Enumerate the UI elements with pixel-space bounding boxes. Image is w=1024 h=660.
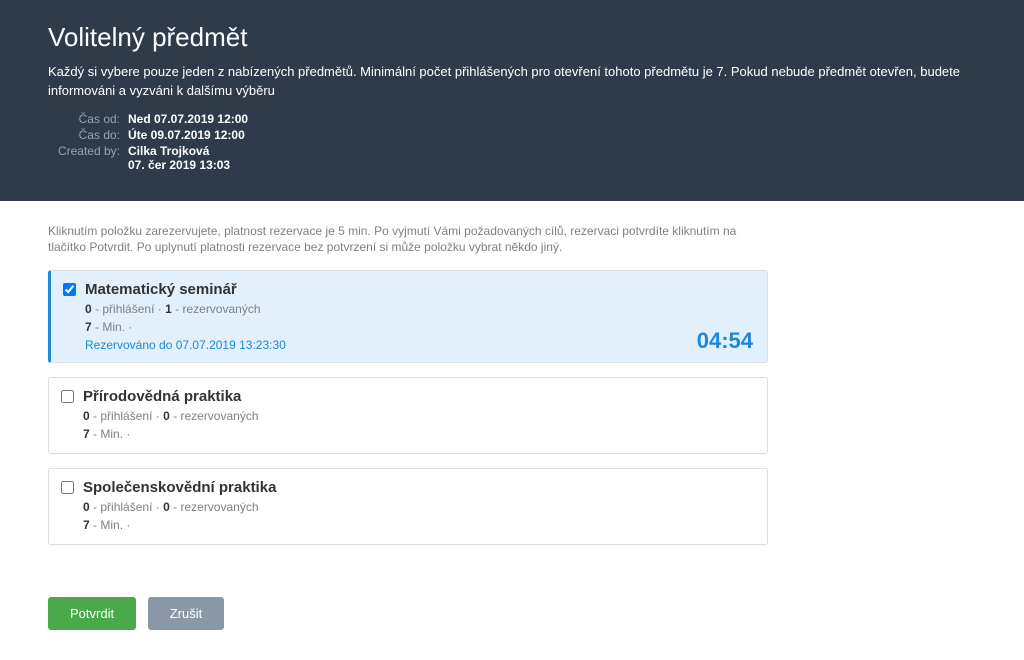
- option-title: Společenskovědní praktika: [83, 479, 755, 496]
- stat-signed-label: přihlášení: [102, 302, 154, 316]
- option-title: Přírodovědná praktika: [83, 388, 755, 405]
- option-stats: 0 - přihlášení · 1 - rezervovaných 7 - M…: [85, 300, 755, 336]
- page-header: Volitelný předmět Každý si vybere pouze …: [0, 0, 1024, 201]
- stat-min-label: Min.: [102, 320, 125, 334]
- option-list: Matematický seminář 0 - přihlášení · 1 -…: [48, 270, 768, 545]
- stat-min-count: 7: [83, 518, 90, 532]
- stat-min-label: Min.: [100, 518, 123, 532]
- cancel-button[interactable]: Zrušit: [148, 597, 225, 630]
- page-description: Každý si vybere pouze jeden z nabízených…: [48, 63, 976, 101]
- meta-value-created-by: Cilka Trojková 07. čer 2019 13:03: [128, 143, 248, 173]
- option-stats: 0 - přihlášení · 0 - rezervovaných 7 - M…: [83, 498, 755, 534]
- hint-text: Kliknutím položku zarezervujete, platnos…: [48, 223, 768, 257]
- reservation-timer: 04:54: [697, 328, 753, 354]
- option-item[interactable]: Přírodovědná praktika 0 - přihlášení · 0…: [48, 377, 768, 454]
- stat-signed-count: 0: [85, 302, 92, 316]
- option-stats: 0 - přihlášení · 0 - rezervovaných 7 - M…: [83, 407, 755, 443]
- stat-reserved-count: 0: [163, 409, 170, 423]
- option-checkbox[interactable]: [61, 481, 74, 494]
- action-buttons: Potvrdit Zrušit: [48, 597, 976, 630]
- stat-min-count: 7: [83, 427, 90, 441]
- meta-label-time-from: Čas od:: [48, 111, 128, 127]
- meta-label-created-by: Created by:: [48, 143, 128, 173]
- stat-min-count: 7: [85, 320, 92, 334]
- stat-reserved-label: rezervovaných: [182, 302, 260, 316]
- stat-signed-count: 0: [83, 500, 90, 514]
- stat-signed-count: 0: [83, 409, 90, 423]
- option-checkbox[interactable]: [63, 283, 76, 296]
- option-item[interactable]: Společenskovědní praktika 0 - přihlášení…: [48, 468, 768, 545]
- reservation-expiry: Rezervováno do 07.07.2019 13:23:30: [85, 338, 755, 352]
- confirm-button[interactable]: Potvrdit: [48, 597, 136, 630]
- stat-signed-label: přihlášení: [100, 500, 152, 514]
- meta-value-time-from: Ned 07.07.2019 12:00: [128, 111, 248, 127]
- stat-reserved-count: 1: [165, 302, 172, 316]
- stat-reserved-label: rezervovaných: [180, 409, 258, 423]
- stat-reserved-count: 0: [163, 500, 170, 514]
- stat-min-label: Min.: [100, 427, 123, 441]
- option-checkbox[interactable]: [61, 390, 74, 403]
- content-area: Kliknutím položku zarezervujete, platnos…: [0, 201, 1024, 660]
- meta-label-time-to: Čas do:: [48, 127, 128, 143]
- page-title: Volitelný předmět: [48, 22, 976, 53]
- meta-value-time-to: Úte 09.07.2019 12:00: [128, 127, 248, 143]
- option-title: Matematický seminář: [85, 281, 755, 298]
- option-item[interactable]: Matematický seminář 0 - přihlášení · 1 -…: [48, 270, 768, 363]
- stat-signed-label: přihlášení: [100, 409, 152, 423]
- meta-block: Čas od: Ned 07.07.2019 12:00 Čas do: Úte…: [48, 111, 248, 173]
- stat-reserved-label: rezervovaných: [180, 500, 258, 514]
